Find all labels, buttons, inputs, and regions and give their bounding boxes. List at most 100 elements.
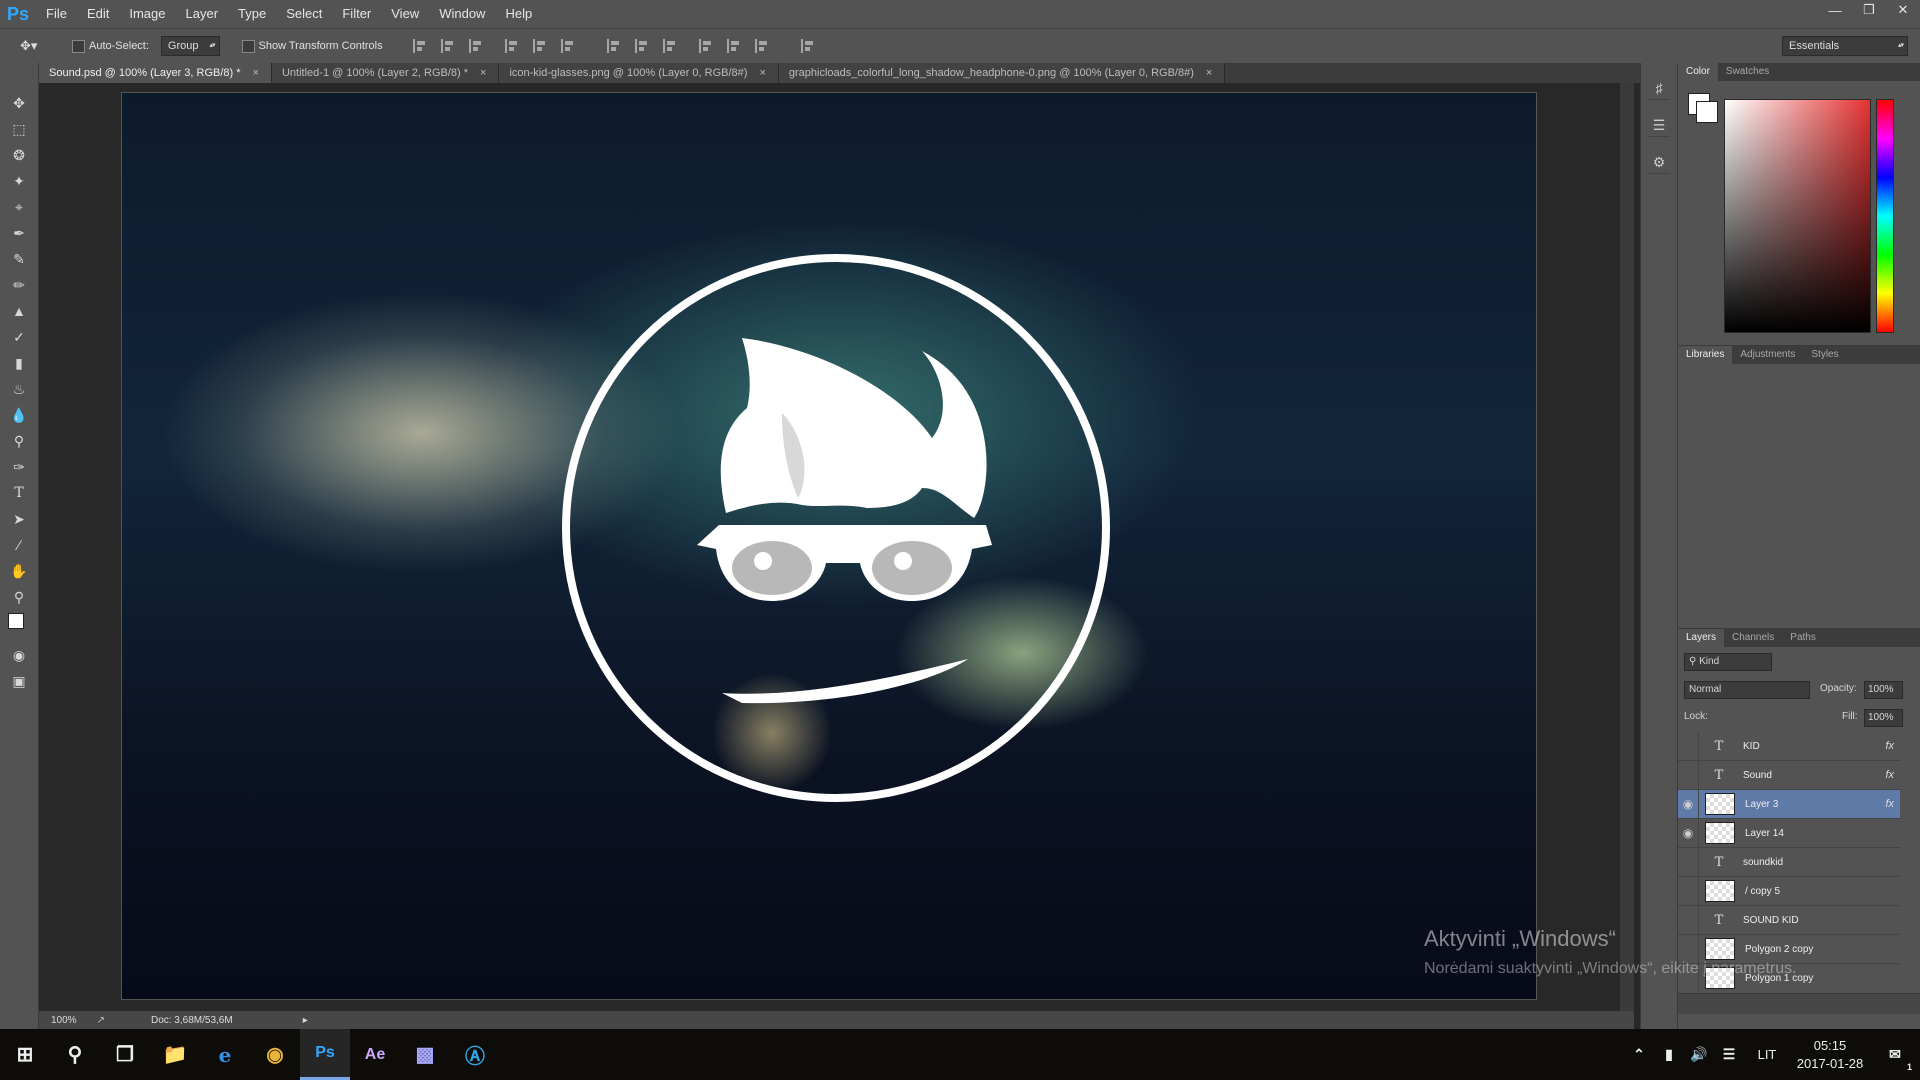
history-panel-icon[interactable]: ♯ xyxy=(1648,77,1670,100)
zoom-level[interactable]: 100% xyxy=(51,1015,77,1026)
quick-mask-icon[interactable]: ◉ xyxy=(6,643,32,667)
layer-row[interactable]: ◉ Layer 3 fx xyxy=(1678,790,1900,819)
status-menu-arrow-icon[interactable]: ▸ xyxy=(303,1015,308,1026)
after-effects-taskbar-icon[interactable]: Ae xyxy=(350,1029,400,1080)
layer-filter-kind-dropdown[interactable]: ⚲ Kind xyxy=(1684,653,1772,671)
history-brush-icon[interactable]: ✓ xyxy=(6,325,32,349)
layer-row[interactable]: Tsoundkid xyxy=(1678,848,1900,877)
blend-mode-dropdown[interactable]: Normal xyxy=(1684,681,1810,699)
menu-select[interactable]: Select xyxy=(276,0,332,28)
photoshop-taskbar-icon[interactable]: Ps xyxy=(300,1029,350,1080)
volume-icon[interactable]: 🔊 xyxy=(1684,1029,1714,1080)
visibility-eye-icon[interactable]: ◉ xyxy=(1678,819,1699,847)
auto-select-dropdown[interactable]: Group xyxy=(160,36,220,56)
align-top-icon[interactable] xyxy=(412,39,429,53)
menu-help[interactable]: Help xyxy=(495,0,542,28)
move-tool-preset-icon[interactable]: ✥▾ xyxy=(20,38,60,54)
dodge-tool-icon[interactable]: ⚲ xyxy=(6,429,32,453)
menu-file[interactable]: File xyxy=(36,0,77,28)
wifi-icon[interactable]: ☰ xyxy=(1714,1029,1744,1080)
close-icon[interactable]: × xyxy=(1206,67,1212,79)
align-right-icon[interactable] xyxy=(560,39,577,53)
premiere-taskbar-icon[interactable]: ▩ xyxy=(400,1029,450,1080)
tab-styles[interactable]: Styles xyxy=(1803,346,1846,364)
distribute-top-icon[interactable] xyxy=(606,39,623,53)
stamp-tool-icon[interactable]: ▲ xyxy=(6,299,32,323)
zoom-tool-icon[interactable]: ⚲ xyxy=(6,585,32,609)
eyedropper-icon[interactable]: ✒ xyxy=(6,221,32,245)
close-icon[interactable]: × xyxy=(253,67,259,79)
menu-window[interactable]: Window xyxy=(429,0,495,28)
marquee-tool-icon[interactable]: ⬚ xyxy=(6,117,32,141)
paint-bucket-icon[interactable]: ♨ xyxy=(6,377,32,401)
tab-swatches[interactable]: Swatches xyxy=(1718,63,1777,81)
layer-effects-icon[interactable]: fx xyxy=(1885,798,1894,810)
share-icon[interactable]: ↗ xyxy=(97,1015,105,1026)
pen-tool-icon[interactable]: ✑ xyxy=(6,455,32,479)
menu-view[interactable]: View xyxy=(381,0,429,28)
layer-row[interactable]: T SOUND KID xyxy=(1678,906,1900,935)
document-canvas[interactable] xyxy=(122,93,1536,999)
clock[interactable]: 05:15 2017-01-28 xyxy=(1790,1037,1870,1073)
move-tool-icon[interactable]: ✥ xyxy=(6,91,32,115)
tab-untitled-1[interactable]: Untitled-1 @ 100% (Layer 2, RGB/8) * × xyxy=(271,63,500,83)
tab-channels[interactable]: Channels xyxy=(1724,629,1782,647)
align-hcenter-icon[interactable] xyxy=(532,39,549,53)
hue-slider[interactable] xyxy=(1876,99,1894,333)
distribute-vcenter-icon[interactable] xyxy=(634,39,651,53)
properties-panel-icon[interactable]: ☰ xyxy=(1648,114,1670,137)
layer-row[interactable]: T Sound fx xyxy=(1678,761,1900,790)
lasso-tool-icon[interactable]: ❂ xyxy=(6,143,32,167)
line-tool-icon[interactable]: ∕ xyxy=(6,533,32,557)
tab-graphicloads-headphone[interactable]: graphicloads_colorful_long_shadow_headph… xyxy=(778,63,1226,83)
visibility-toggle[interactable] xyxy=(1678,877,1699,905)
fill-input[interactable]: 100% xyxy=(1864,709,1903,727)
tab-libraries[interactable]: Libraries xyxy=(1678,346,1733,364)
file-explorer-icon[interactable]: 📁 xyxy=(150,1029,200,1080)
show-hidden-icons-icon[interactable]: ⌃ xyxy=(1624,1029,1654,1080)
menu-layer[interactable]: Layer xyxy=(176,0,229,28)
menu-type[interactable]: Type xyxy=(228,0,276,28)
path-select-icon[interactable]: ➤ xyxy=(6,507,32,531)
healing-brush-icon[interactable]: ✎ xyxy=(6,247,32,271)
crop-tool-icon[interactable]: ⌖ xyxy=(6,195,32,219)
tab-sound-psd[interactable]: Sound.psd @ 100% (Layer 3, RGB/8) * × xyxy=(39,63,272,83)
opacity-input[interactable]: 100% xyxy=(1864,681,1903,699)
adjust-panel-icon[interactable]: ⚙ xyxy=(1648,151,1670,174)
edge-browser-icon[interactable]: e xyxy=(200,1029,250,1080)
show-transform-checkbox[interactable] xyxy=(241,39,255,53)
distribute-right-icon[interactable] xyxy=(754,39,771,53)
visibility-toggle[interactable] xyxy=(1678,848,1699,876)
windows-start-icon[interactable]: ⊞ xyxy=(0,1029,50,1080)
skype-taskbar-icon[interactable]: Ⓐ xyxy=(450,1029,500,1080)
workspace-dropdown[interactable]: Essentials xyxy=(1782,36,1908,56)
restore-icon[interactable]: ❐ xyxy=(1852,0,1886,20)
layer-row[interactable]: ◉ Layer 14 xyxy=(1678,819,1900,848)
color-field[interactable] xyxy=(1724,99,1871,333)
tab-icon-kid-glasses[interactable]: icon-kid-glasses.png @ 100% (Layer 0, RG… xyxy=(499,63,779,83)
align-vcenter-icon[interactable] xyxy=(440,39,457,53)
search-icon[interactable]: ⚲ xyxy=(50,1029,100,1080)
align-left-icon[interactable] xyxy=(504,39,521,53)
visibility-toggle[interactable] xyxy=(1678,935,1699,963)
vertical-scrollbar[interactable] xyxy=(1620,83,1634,1011)
color-swatch-icon[interactable] xyxy=(6,611,32,641)
hand-tool-icon[interactable]: ✋ xyxy=(6,559,32,583)
screen-mode-icon[interactable]: ▣ xyxy=(6,669,32,693)
language-indicator[interactable]: LIT xyxy=(1744,1047,1790,1062)
close-icon[interactable]: × xyxy=(759,67,765,79)
visibility-eye-icon[interactable]: ◉ xyxy=(1678,790,1699,818)
menu-image[interactable]: Image xyxy=(119,0,175,28)
tab-color[interactable]: Color xyxy=(1678,63,1718,81)
visibility-toggle[interactable] xyxy=(1678,732,1699,760)
close-icon[interactable]: ✕ xyxy=(1886,0,1920,20)
visibility-toggle[interactable] xyxy=(1678,761,1699,789)
distribute-bottom-icon[interactable] xyxy=(662,39,679,53)
chrome-browser-icon[interactable]: ◉ xyxy=(250,1029,300,1080)
battery-icon[interactable]: ▮ xyxy=(1654,1029,1684,1080)
minimize-icon[interactable]: — xyxy=(1818,0,1852,20)
layer-row[interactable]: / copy 5 xyxy=(1678,877,1900,906)
align-bottom-icon[interactable] xyxy=(468,39,485,53)
tab-adjustments[interactable]: Adjustments xyxy=(1732,346,1803,364)
distribute-left-icon[interactable] xyxy=(698,39,715,53)
